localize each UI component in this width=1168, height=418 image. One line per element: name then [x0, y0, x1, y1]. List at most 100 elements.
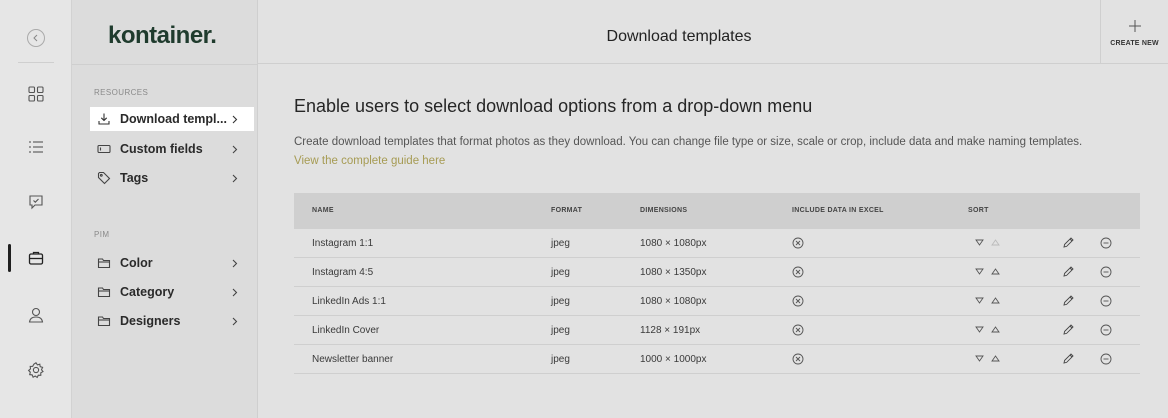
- cell-name: Newsletter banner: [312, 354, 394, 365]
- chevron-right-icon: [230, 172, 240, 184]
- sort-up-button[interactable]: [991, 239, 1000, 246]
- sort-down-button[interactable]: [975, 239, 984, 246]
- sidebar-item-label: Custom fields: [120, 142, 203, 156]
- chevron-right-icon: [230, 113, 240, 125]
- column-header-dimensions[interactable]: DIMENSIONS: [640, 207, 687, 214]
- sidebar-item-category[interactable]: Category: [90, 280, 254, 304]
- column-header-format[interactable]: FORMAT: [551, 207, 582, 214]
- column-header-include-data[interactable]: INCLUDE DATA IN EXCEL: [792, 207, 884, 214]
- rail-resources-button[interactable]: [26, 248, 46, 268]
- sidebar-item-label: Color: [120, 256, 153, 270]
- cell-format: jpeg: [551, 267, 570, 278]
- remove-button[interactable]: [1100, 295, 1112, 307]
- sort-up-button[interactable]: [991, 297, 1000, 304]
- cell-dimensions: 1080 × 1080px: [640, 238, 707, 249]
- include-data-toggle[interactable]: [792, 353, 804, 365]
- remove-button[interactable]: [1100, 266, 1112, 278]
- sidebar-item-label: Category: [120, 285, 175, 299]
- tag-icon: [96, 170, 112, 186]
- rail-settings-button[interactable]: [26, 360, 46, 380]
- pencil-icon: [1063, 353, 1074, 364]
- circle-x-icon: [792, 324, 804, 336]
- app-root: kontainer. RESOURCES Download templ... C…: [0, 0, 1168, 418]
- column-header-name[interactable]: NAME: [312, 207, 334, 214]
- circle-x-icon: [792, 295, 804, 307]
- cell-name: Instagram 1:1: [312, 238, 374, 249]
- cell-name: Instagram 4:5: [312, 267, 374, 278]
- chevron-right-icon: [230, 286, 240, 298]
- include-data-toggle[interactable]: [792, 324, 804, 336]
- include-data-toggle[interactable]: [792, 295, 804, 307]
- sidebar-item-tags[interactable]: Tags: [90, 166, 254, 190]
- rail-messages-button[interactable]: [26, 192, 46, 212]
- rail-divider: [18, 62, 54, 63]
- sort-up-button[interactable]: [991, 268, 1000, 275]
- textbox-icon: [96, 141, 112, 157]
- table-row: LinkedIn Cover jpeg 1128 × 191px: [294, 316, 1140, 345]
- sidebar-item-custom-fields[interactable]: Custom fields: [90, 137, 254, 161]
- brand-logo: kontainer.: [108, 22, 217, 49]
- folder-icon: [96, 284, 112, 300]
- sort-down-button[interactable]: [975, 297, 984, 304]
- cell-dimensions: 1128 × 191px: [640, 325, 701, 336]
- create-new-button[interactable]: CREATE NEW: [1100, 0, 1168, 64]
- sidebar-item-label: Download templ...: [120, 112, 227, 126]
- column-header-sort[interactable]: SORT: [968, 207, 989, 214]
- pencil-icon: [1063, 324, 1074, 335]
- nav-header-divider: [72, 64, 258, 65]
- edit-button[interactable]: [1062, 236, 1075, 249]
- sidebar-item-label: Tags: [120, 171, 149, 185]
- message-check-icon: [29, 195, 43, 210]
- circle-minus-icon: [1100, 324, 1112, 336]
- edit-button[interactable]: [1062, 294, 1075, 307]
- chevron-left-icon: [33, 34, 38, 42]
- circle-x-icon: [792, 266, 804, 278]
- download-icon: [96, 111, 112, 127]
- table-row: Newsletter banner jpeg 1000 × 1000px: [294, 345, 1140, 374]
- pencil-icon: [1063, 295, 1074, 306]
- rail-list-button[interactable]: [26, 137, 46, 157]
- sort-down-button[interactable]: [975, 326, 984, 333]
- create-new-label: CREATE NEW: [1110, 39, 1159, 47]
- chevron-right-icon: [230, 143, 240, 155]
- plus-icon: [1127, 18, 1143, 34]
- sidebar-item-color[interactable]: Color: [90, 251, 254, 275]
- include-data-toggle[interactable]: [792, 237, 804, 249]
- chevron-right-icon: [230, 315, 240, 327]
- circle-minus-icon: [1100, 266, 1112, 278]
- triangle-up-icon: [991, 239, 1000, 246]
- triangle-up-icon: [991, 297, 1000, 304]
- section-headline: Enable users to select download options …: [294, 96, 813, 116]
- pencil-icon: [1063, 266, 1074, 277]
- triangle-down-icon: [975, 239, 984, 246]
- section-label-pim: PIM: [94, 230, 110, 239]
- edit-button[interactable]: [1062, 323, 1075, 336]
- remove-button[interactable]: [1100, 324, 1112, 336]
- cell-dimensions: 1080 × 1350px: [640, 267, 707, 278]
- collapse-sidebar-button[interactable]: [27, 29, 45, 47]
- cell-format: jpeg: [551, 325, 570, 336]
- guide-link[interactable]: View the complete guide here: [294, 155, 445, 167]
- edit-button[interactable]: [1062, 265, 1075, 278]
- cell-dimensions: 1000 × 1000px: [640, 354, 707, 365]
- circle-minus-icon: [1100, 295, 1112, 307]
- edit-button[interactable]: [1062, 352, 1075, 365]
- sort-down-button[interactable]: [975, 268, 984, 275]
- table-header: NAME FORMAT DIMENSIONS INCLUDE DATA IN E…: [294, 193, 1140, 229]
- sidebar-item-designers[interactable]: Designers: [90, 309, 254, 333]
- triangle-down-icon: [975, 297, 984, 304]
- sort-up-button[interactable]: [991, 326, 1000, 333]
- rail-users-button[interactable]: [26, 305, 46, 325]
- rail-dashboard-button[interactable]: [26, 84, 46, 104]
- remove-button[interactable]: [1100, 237, 1112, 249]
- remove-button[interactable]: [1100, 353, 1112, 365]
- sort-down-button[interactable]: [975, 355, 984, 362]
- cell-format: jpeg: [551, 354, 570, 365]
- cell-dimensions: 1080 × 1080px: [640, 296, 707, 307]
- section-label-resources: RESOURCES: [94, 88, 149, 97]
- sidebar-item-download-templates[interactable]: Download templ...: [90, 107, 254, 131]
- circle-minus-icon: [1100, 237, 1112, 249]
- sort-up-button[interactable]: [991, 355, 1000, 362]
- table-body: Instagram 1:1 jpeg 1080 × 1080px Instagr…: [294, 229, 1140, 374]
- include-data-toggle[interactable]: [792, 266, 804, 278]
